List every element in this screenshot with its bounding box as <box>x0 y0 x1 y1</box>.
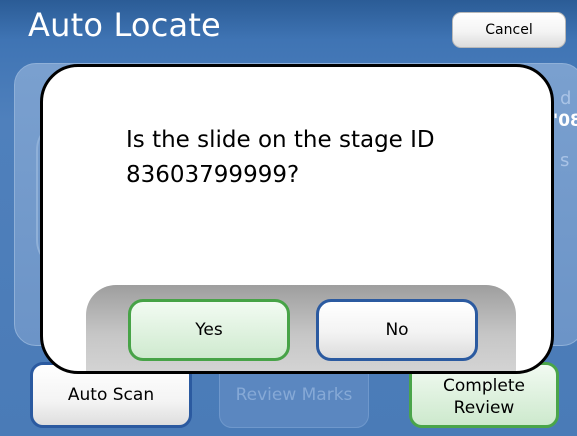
dialog-message-slide-id: 83603799999? <box>126 162 300 188</box>
cancel-button[interactable]: Cancel <box>452 12 566 48</box>
complete-review-label: Complete Review <box>443 376 525 418</box>
page-title: Auto Locate <box>28 6 221 44</box>
dialog-message: Is the slide on the stage ID 83603799999… <box>126 123 506 193</box>
background-text-peek: s <box>560 150 570 171</box>
dialog-message-line: Is the slide on the stage ID <box>126 127 435 153</box>
yes-button[interactable]: Yes <box>128 299 290 361</box>
background-text-peek-bold: '08 <box>553 111 577 131</box>
auto-locate-screen: Auto Locate Cancel d '08 s Auto Scan Rev… <box>0 0 577 436</box>
confirm-slide-dialog: Is the slide on the stage ID 83603799999… <box>40 64 554 374</box>
background-text-peek: d <box>560 88 572 109</box>
no-button[interactable]: No <box>316 299 478 361</box>
